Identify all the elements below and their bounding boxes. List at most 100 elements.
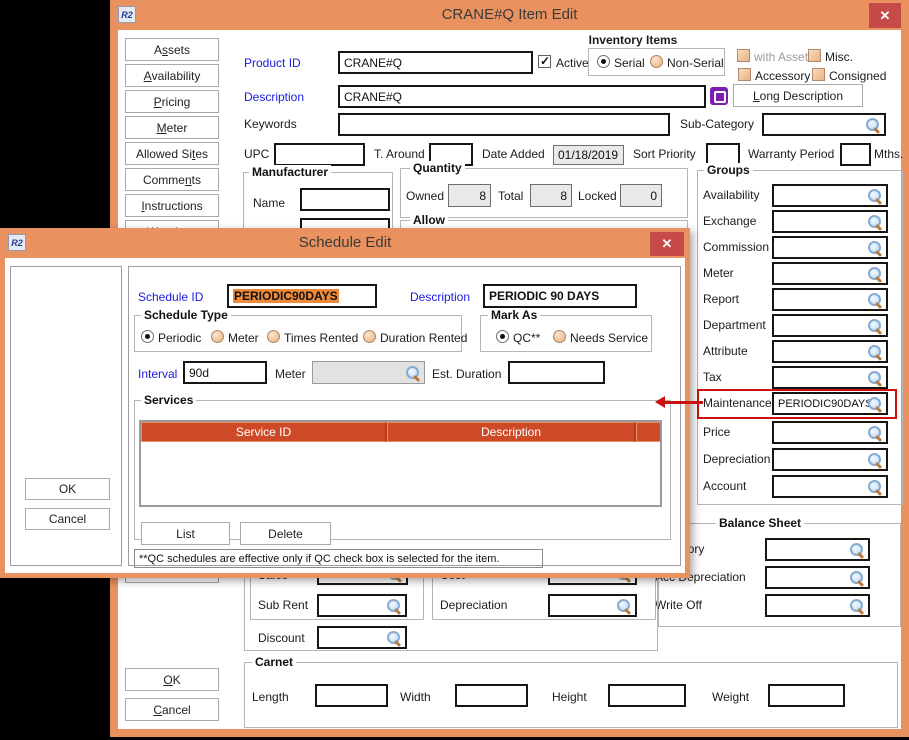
search-icon[interactable] bbox=[867, 240, 883, 256]
services-table[interactable]: Service ID Description bbox=[139, 420, 662, 507]
sidebar-assets-button[interactable]: Assets bbox=[125, 38, 219, 61]
consigned-checkbox[interactable] bbox=[812, 68, 825, 81]
description-field[interactable]: CRANE#Q bbox=[338, 85, 706, 108]
group-tax-field[interactable] bbox=[772, 366, 888, 389]
search-icon[interactable] bbox=[867, 425, 883, 441]
with-assets-checkbox[interactable] bbox=[737, 49, 750, 62]
group-exchange-field[interactable] bbox=[772, 210, 888, 233]
duration-rented-radio[interactable] bbox=[363, 330, 376, 343]
height-field[interactable] bbox=[608, 684, 686, 707]
group-depreciation-field[interactable] bbox=[772, 448, 888, 471]
locked-label: Locked bbox=[578, 189, 617, 203]
search-icon[interactable] bbox=[867, 266, 883, 282]
length-label: Length bbox=[252, 690, 289, 704]
item-edit-ok-button[interactable]: OK bbox=[125, 668, 219, 691]
group-commission-field[interactable] bbox=[772, 236, 888, 259]
item-edit-cancel-button[interactable]: Cancel bbox=[125, 698, 219, 721]
schedule-cancel-button[interactable]: Cancel bbox=[25, 508, 110, 530]
search-icon[interactable] bbox=[867, 344, 883, 360]
misc-label: Misc. bbox=[825, 50, 853, 64]
needs-service-radio[interactable] bbox=[553, 330, 566, 343]
schedule-description-field[interactable]: PERIODIC 90 DAYS bbox=[483, 284, 637, 308]
length-field[interactable] bbox=[315, 684, 388, 707]
times-rented-radio[interactable] bbox=[267, 330, 280, 343]
schedule-id-field[interactable]: PERIODIC90DAYS bbox=[227, 284, 377, 308]
search-icon[interactable] bbox=[867, 318, 883, 334]
meter-field bbox=[312, 361, 425, 384]
sub-rent-field[interactable] bbox=[317, 594, 407, 617]
non-serial-label: Non-Serial bbox=[667, 56, 724, 70]
group-meter-field[interactable] bbox=[772, 262, 888, 285]
needs-service-label: Needs Service bbox=[570, 331, 648, 345]
product-id-field[interactable]: CRANE#Q bbox=[338, 51, 533, 74]
close-icon[interactable]: ✕ bbox=[650, 232, 684, 256]
search-icon[interactable] bbox=[867, 479, 883, 495]
sidebar-availability-button[interactable]: Availability bbox=[125, 64, 219, 87]
t-around-label: T. Around bbox=[374, 147, 425, 161]
group-report-field[interactable] bbox=[772, 288, 888, 311]
empty-column-header bbox=[636, 422, 660, 442]
search-icon[interactable] bbox=[386, 598, 402, 614]
schedule-ok-button[interactable]: OK bbox=[25, 478, 110, 500]
manufacturer-name-field[interactable] bbox=[300, 188, 390, 211]
est-duration-field[interactable] bbox=[508, 361, 605, 384]
qc-radio[interactable] bbox=[496, 330, 509, 343]
sidebar-allowed-sites-button[interactable]: Allowed Sites bbox=[125, 142, 219, 165]
group-account-field[interactable] bbox=[772, 475, 888, 498]
search-icon[interactable] bbox=[867, 452, 883, 468]
warranty-period-field[interactable] bbox=[840, 143, 871, 166]
group-price-field[interactable] bbox=[772, 421, 888, 444]
accessory-checkbox[interactable] bbox=[738, 68, 751, 81]
search-icon[interactable] bbox=[849, 570, 865, 586]
search-icon[interactable] bbox=[386, 630, 402, 646]
search-icon[interactable] bbox=[867, 292, 883, 308]
est-duration-label: Est. Duration bbox=[432, 367, 501, 381]
sidebar-comments-button[interactable]: Comments bbox=[125, 168, 219, 191]
serial-radio[interactable] bbox=[597, 55, 610, 68]
close-icon[interactable]: ✕ bbox=[869, 3, 901, 28]
total-field: 8 bbox=[530, 184, 572, 207]
group-department-field[interactable] bbox=[772, 314, 888, 337]
search-icon[interactable] bbox=[867, 214, 883, 230]
selected-text: PERIODIC90DAYS bbox=[233, 289, 339, 303]
search-icon[interactable] bbox=[849, 598, 865, 614]
search-icon[interactable] bbox=[616, 598, 632, 614]
depreciation-price-field[interactable] bbox=[548, 594, 637, 617]
discount-field[interactable] bbox=[317, 626, 407, 649]
interval-field[interactable]: 90d bbox=[183, 361, 267, 384]
annotation-arrow bbox=[655, 396, 703, 409]
group-account-label: Account bbox=[703, 479, 746, 493]
meter-option-label: Meter bbox=[228, 331, 259, 345]
quantity-legend: Quantity bbox=[410, 161, 465, 175]
sidebar-pricing-button[interactable]: Pricing bbox=[125, 90, 219, 113]
write-off-field[interactable] bbox=[765, 594, 870, 617]
non-serial-radio[interactable] bbox=[650, 55, 663, 68]
list-button[interactable]: List bbox=[141, 522, 230, 545]
misc-checkbox[interactable] bbox=[808, 49, 821, 62]
sidebar-instructions-button[interactable]: Instructions bbox=[125, 194, 219, 217]
inventory-field[interactable] bbox=[765, 538, 870, 561]
search-icon[interactable] bbox=[849, 542, 865, 558]
upc-field[interactable] bbox=[274, 143, 365, 166]
rich-text-icon[interactable] bbox=[710, 87, 728, 105]
weight-field[interactable] bbox=[768, 684, 845, 707]
dialog-title: Schedule Edit bbox=[0, 234, 690, 251]
active-checkbox[interactable] bbox=[538, 55, 551, 68]
group-availability-field[interactable] bbox=[772, 184, 888, 207]
group-attribute-field[interactable] bbox=[772, 340, 888, 363]
long-description-button[interactable]: Long Description bbox=[733, 84, 863, 107]
search-icon[interactable] bbox=[405, 365, 421, 381]
width-field[interactable] bbox=[455, 684, 528, 707]
delete-button[interactable]: Delete bbox=[240, 522, 331, 545]
sub-category-field[interactable] bbox=[762, 113, 886, 136]
search-icon[interactable] bbox=[865, 117, 881, 133]
search-icon[interactable] bbox=[867, 370, 883, 386]
sidebar-meter-button[interactable]: Meter bbox=[125, 116, 219, 139]
schedule-edit-dialog: R2 Schedule Edit ✕ OK Cancel Schedule ID… bbox=[0, 228, 690, 578]
acc-depreciation-field[interactable] bbox=[765, 566, 870, 589]
keywords-field[interactable] bbox=[338, 113, 670, 136]
search-icon[interactable] bbox=[867, 188, 883, 204]
schedule-description-label: Description bbox=[410, 290, 470, 304]
periodic-radio[interactable] bbox=[141, 330, 154, 343]
meter-radio[interactable] bbox=[211, 330, 224, 343]
